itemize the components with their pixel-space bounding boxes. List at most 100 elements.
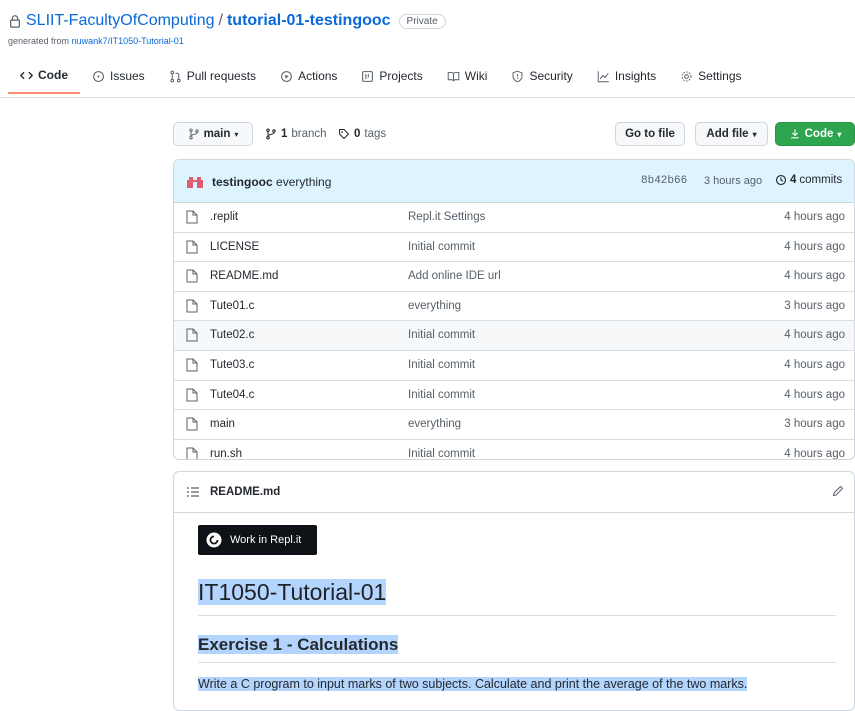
file-commit-message[interactable]: Initial commit xyxy=(408,241,475,253)
code-download-button[interactable]: Code ▾ xyxy=(775,122,855,146)
file-commit-message[interactable]: Add online IDE url xyxy=(408,270,501,282)
file-time: 4 hours ago xyxy=(784,240,845,253)
file-icon xyxy=(186,417,198,431)
file-time: 4 hours ago xyxy=(784,358,845,371)
file-time: 3 hours ago xyxy=(784,299,845,312)
file-row[interactable]: Tute01.c everything 3 hours ago xyxy=(174,290,854,321)
download-icon xyxy=(790,129,799,139)
file-commit-message[interactable]: everything xyxy=(408,418,461,430)
go-to-file-button[interactable]: Go to file xyxy=(615,122,685,146)
file-name[interactable]: run.sh xyxy=(210,448,242,459)
file-row[interactable]: LICENSE Initial commit 4 hours ago xyxy=(174,231,854,262)
repo-separator: / xyxy=(218,12,223,29)
file-time: 4 hours ago xyxy=(784,388,845,401)
generated-prefix: generated from xyxy=(8,36,70,46)
readme-paragraph-text: Write a C program to input marks of two … xyxy=(198,677,748,691)
tab-security[interactable]: Security xyxy=(499,68,584,94)
replit-button-label: Work in Repl.it xyxy=(230,534,302,546)
readme-header: README.md xyxy=(174,472,854,513)
repo-header: SLIIT-FacultyOfComputing / tutorial-01-t… xyxy=(0,0,855,100)
file-row[interactable]: README.md Add online IDE url 4 hours ago xyxy=(174,261,854,291)
readme-divider xyxy=(198,662,836,663)
tab-issues[interactable]: Issues xyxy=(80,68,157,94)
repo-name-link[interactable]: tutorial-01-testingooc xyxy=(227,12,391,30)
file-name[interactable]: Tute04.c xyxy=(210,389,254,401)
file-row[interactable]: .replit Repl.it Settings 4 hours ago xyxy=(174,203,854,232)
commit-author[interactable]: testingooc xyxy=(212,175,273,189)
book-icon xyxy=(447,71,460,81)
avatar[interactable] xyxy=(187,174,203,188)
file-commit-message[interactable]: Initial commit xyxy=(408,329,475,341)
commit-sha[interactable]: 8b42b66 xyxy=(641,175,687,187)
pull-request-icon xyxy=(170,70,181,82)
commit-history-link[interactable]: 4 commits xyxy=(775,174,842,186)
chevron-down-icon: ▾ xyxy=(752,129,757,139)
readme-title: IT1050-Tutorial-01 xyxy=(198,579,387,606)
file-row[interactable]: run.sh Initial commit 4 hours ago xyxy=(174,438,854,459)
tab-wiki[interactable]: Wiki xyxy=(435,68,500,94)
tab-actions[interactable]: Actions xyxy=(268,68,349,94)
branch-icon xyxy=(266,128,276,140)
tags-link[interactable]: 0 tags xyxy=(338,122,386,146)
commit-label: commits xyxy=(799,174,843,186)
tab-settings[interactable]: Settings xyxy=(668,68,753,94)
file-icon xyxy=(186,388,198,402)
issues-icon xyxy=(93,70,104,82)
repo-nav-tabs: Code Issues Pull requests Actions Projec… xyxy=(8,68,754,94)
file-time: 4 hours ago xyxy=(784,329,845,342)
commit-message[interactable]: everything xyxy=(276,175,331,189)
file-name[interactable]: main xyxy=(210,418,235,430)
tab-pull-requests[interactable]: Pull requests xyxy=(157,68,268,94)
file-name[interactable]: Tute02.c xyxy=(210,329,254,341)
readme-paragraph: Write a C program to input marks of two … xyxy=(198,677,748,691)
file-commit-message[interactable]: Repl.it Settings xyxy=(408,211,485,223)
file-name[interactable]: Tute01.c xyxy=(210,300,254,312)
tab-label: Code xyxy=(38,68,68,82)
project-icon xyxy=(362,70,374,82)
file-time: 3 hours ago xyxy=(784,418,845,431)
file-name[interactable]: Tute03.c xyxy=(210,359,254,371)
tab-label: Actions xyxy=(298,69,338,83)
tag-label: tags xyxy=(364,128,387,140)
file-commit-message[interactable]: Initial commit xyxy=(408,389,475,401)
tab-insights[interactable]: Insights xyxy=(585,68,668,94)
pencil-icon[interactable] xyxy=(832,485,844,497)
file-commit-message[interactable]: Initial commit xyxy=(408,448,475,459)
tab-label: Pull requests xyxy=(186,69,257,83)
tab-projects[interactable]: Projects xyxy=(349,68,434,94)
file-icon xyxy=(186,328,198,342)
shield-icon xyxy=(512,70,523,82)
file-row[interactable]: Tute04.c Initial commit 4 hours ago xyxy=(174,379,854,410)
readme-divider xyxy=(198,615,836,616)
branch-icon xyxy=(188,128,199,140)
list-icon[interactable] xyxy=(187,486,199,498)
file-icon xyxy=(186,299,198,313)
branch-count-link[interactable]: 1 branch xyxy=(265,122,327,146)
file-time: 4 hours ago xyxy=(784,270,845,283)
file-icon xyxy=(186,269,198,283)
branch-select-button[interactable]: main ▾ xyxy=(173,122,253,146)
file-name[interactable]: LICENSE xyxy=(210,241,259,253)
file-commit-message[interactable]: everything xyxy=(408,300,461,312)
tab-label: Settings xyxy=(698,69,742,83)
file-row[interactable]: Tute02.c Initial commit 4 hours ago xyxy=(174,320,854,350)
latest-commit-bar: testingooc everything 8b42b66 3 hours ag… xyxy=(174,160,854,203)
tab-label: Security xyxy=(529,69,573,83)
repo-owner-link[interactable]: SLIIT-FacultyOfComputing xyxy=(26,12,215,30)
file-row[interactable]: Tute03.c Initial commit 4 hours ago xyxy=(174,349,854,380)
tabs-divider xyxy=(0,97,855,98)
gear-icon xyxy=(681,71,692,81)
file-name[interactable]: README.md xyxy=(210,270,278,282)
code-button-label: Code xyxy=(804,128,834,140)
work-in-replit-button[interactable]: Work in Repl.it xyxy=(198,525,317,555)
file-commit-message[interactable]: Initial commit xyxy=(408,359,475,371)
file-rows: .replit Repl.it Settings 4 hours ago LIC… xyxy=(174,203,854,459)
readme-filename[interactable]: README.md xyxy=(210,486,280,498)
file-name[interactable]: .replit xyxy=(210,211,238,223)
tab-label: Wiki xyxy=(464,69,488,83)
file-row[interactable]: main everything 3 hours ago xyxy=(174,409,854,439)
tab-code[interactable]: Code xyxy=(8,68,80,94)
template-repo-link[interactable]: nuwank7/IT1050-Tutorial-01 xyxy=(72,36,184,46)
add-file-button[interactable]: Add file ▾ xyxy=(695,122,768,146)
add-file-label: Add file xyxy=(706,128,749,140)
